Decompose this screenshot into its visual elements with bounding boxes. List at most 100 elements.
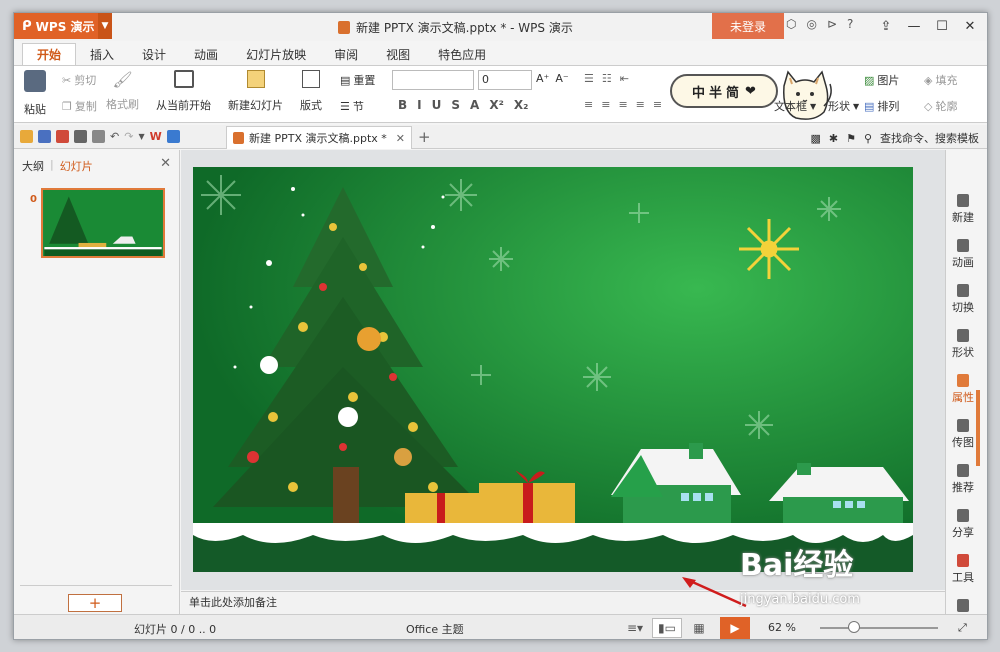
sticker-badge: 中半简 ❤ [670, 74, 778, 108]
ribbon: 粘贴 ✂ 剪切 ❐ 复制 🖌 格式刷 从当前开始 新建幻灯片 版式 ▤ 重置 ☰ 节 [14, 65, 987, 123]
open-folder-icon[interactable] [20, 130, 33, 143]
document-tab[interactable]: 新建 PPTX 演示文稿.pptx * ✕ [226, 126, 412, 149]
search-icon[interactable]: ⚲ [864, 132, 872, 145]
skin-icon[interactable]: ⬡ [786, 17, 796, 31]
pane-toggle-handle[interactable] [976, 390, 980, 466]
cat-sticker-icon [783, 70, 832, 120]
minimize-button[interactable]: — [901, 15, 927, 37]
strikethrough-button[interactable]: S [451, 98, 460, 112]
copy-button[interactable]: ❐ 复制 [62, 98, 97, 114]
task-transition[interactable]: 切换 [946, 284, 980, 315]
fill-icon: ◈ [924, 73, 933, 87]
tab-slides[interactable]: 幻灯片 [60, 158, 93, 174]
add-slide-button[interactable]: + [68, 594, 122, 612]
undo-icon[interactable]: ↶ [110, 130, 119, 143]
distribute-icon[interactable]: ≡ [653, 98, 662, 111]
copy-icon: ❐ [62, 99, 72, 113]
number-list-icon[interactable]: ☷ [602, 72, 612, 85]
shape-button[interactable]: 形状 ▼ [828, 98, 859, 114]
task-property[interactable]: 属性 [946, 374, 980, 405]
login-button[interactable]: 未登录 [712, 13, 784, 39]
new-tab-button[interactable]: + [418, 128, 431, 146]
slide-sorter-icon[interactable]: ▦ [684, 618, 714, 638]
flag-icon[interactable]: ⚑ [846, 132, 856, 145]
task-animation[interactable]: 动画 [946, 239, 980, 270]
slide[interactable] [193, 167, 913, 572]
paste-button[interactable]: 粘贴 [24, 70, 46, 117]
font-color-button[interactable]: A [470, 98, 479, 112]
outline-button[interactable]: ◇ 轮廓 [924, 98, 957, 114]
justify-icon[interactable]: ≡ [636, 98, 645, 111]
editing-canvas[interactable] [181, 150, 945, 590]
task-new[interactable]: 新建 [946, 194, 980, 225]
tab-outline[interactable]: 大纲 [22, 158, 44, 174]
font-family-select[interactable] [392, 70, 474, 90]
search-command-input[interactable]: 查找命令、搜索模板 [880, 130, 979, 146]
tab-insert[interactable]: 插入 [76, 43, 128, 65]
task-upload-image[interactable]: 传图 [946, 419, 980, 450]
bullet-list-icon[interactable]: ☰ [584, 72, 594, 85]
save-icon[interactable] [38, 130, 51, 143]
wps-w-icon[interactable]: W [150, 130, 162, 143]
align-right-icon[interactable]: ≡ [618, 98, 627, 111]
bold-button[interactable]: B [398, 98, 407, 112]
chevron-down-icon[interactable]: ▼ [98, 13, 112, 39]
tab-view[interactable]: 视图 [372, 43, 424, 65]
section-button[interactable]: ☰ 节 [340, 98, 364, 114]
app-menu-button[interactable]: ᑭ WPS 演示 ▼ [14, 13, 112, 39]
tab-review[interactable]: 审阅 [320, 43, 372, 65]
layout-button[interactable]: 版式 [300, 70, 322, 113]
fill-button[interactable]: ◈ 填充 [924, 72, 957, 88]
recommend-icon [957, 464, 969, 477]
close-button[interactable]: ✕ [957, 15, 983, 37]
tab-slideshow[interactable]: 幻灯片放映 [232, 43, 320, 65]
task-shape[interactable]: 形状 [946, 329, 980, 360]
cut-button[interactable]: ✂ 剪切 [62, 72, 96, 88]
italic-button[interactable]: I [417, 98, 421, 112]
chevron-down-icon[interactable]: ▼ [138, 130, 144, 143]
title-bar: ᑭ WPS 演示 ▼ 新建 PPTX 演示文稿.pptx * - WPS 演示 … [14, 13, 987, 41]
theme-name: Office 主题 [406, 623, 464, 636]
shape-icon [957, 329, 969, 342]
print-icon[interactable] [74, 130, 87, 143]
from-current-button[interactable]: 从当前开始 [156, 70, 211, 113]
close-tab-icon[interactable]: ✕ [396, 132, 405, 145]
arrange-button[interactable]: ▤ 排列 [864, 98, 899, 114]
shrink-font-icon[interactable]: A⁻ [555, 72, 568, 85]
doc-help-icon[interactable]: ⊳ [827, 17, 837, 31]
task-recommend[interactable]: 推荐 [946, 464, 980, 495]
grow-font-icon[interactable]: A⁺ [536, 72, 549, 85]
redo-icon[interactable]: ↷ [124, 130, 133, 143]
pin-icon[interactable]: ⇪ [873, 15, 899, 37]
underline-button[interactable]: U [432, 98, 442, 112]
tab-animation[interactable]: 动画 [180, 43, 232, 65]
close-panel-icon[interactable]: ✕ [160, 156, 171, 171]
task-share[interactable]: 分享 [946, 509, 980, 540]
pin-icon[interactable]: ✱ [829, 132, 838, 145]
superscript-button[interactable]: X² [489, 98, 504, 112]
normal-view-icon[interactable]: ▮▭ [652, 618, 682, 638]
format-painter-button[interactable]: 🖌 格式刷 [106, 70, 139, 112]
slide-thumbnail[interactable] [41, 188, 165, 258]
align-center-icon[interactable]: ≡ [601, 98, 610, 111]
notes-toggle-icon[interactable]: ≡▾ [620, 618, 650, 638]
reset-button[interactable]: ▤ 重置 [340, 72, 375, 88]
tab-home[interactable]: 开始 [22, 43, 77, 65]
comment-icon[interactable]: ▩ [810, 132, 820, 145]
picture-button[interactable]: ▨ 图片 [864, 72, 899, 88]
textbox-button[interactable]: 文本框 ▼ [774, 98, 816, 114]
font-size-select[interactable]: 0 [478, 70, 532, 90]
tab-design[interactable]: 设计 [128, 43, 180, 65]
window-title: 新建 PPTX 演示文稿.pptx * - WPS 演示 [338, 19, 573, 36]
maximize-button[interactable]: ☐ [929, 15, 955, 37]
cube-icon[interactable] [166, 130, 180, 143]
tab-special[interactable]: 特色应用 [424, 43, 500, 65]
feedback-icon[interactable]: ◎ [806, 17, 816, 31]
help-icon[interactable]: ? [847, 17, 853, 31]
align-left-icon[interactable]: ≡ [584, 98, 593, 111]
subscript-button[interactable]: X₂ [514, 98, 529, 112]
print-preview-icon[interactable] [92, 130, 105, 143]
new-slide-button[interactable]: 新建幻灯片 [228, 70, 283, 113]
indent-icon[interactable]: ⇤ [620, 72, 629, 85]
export-pdf-icon[interactable] [56, 130, 69, 143]
